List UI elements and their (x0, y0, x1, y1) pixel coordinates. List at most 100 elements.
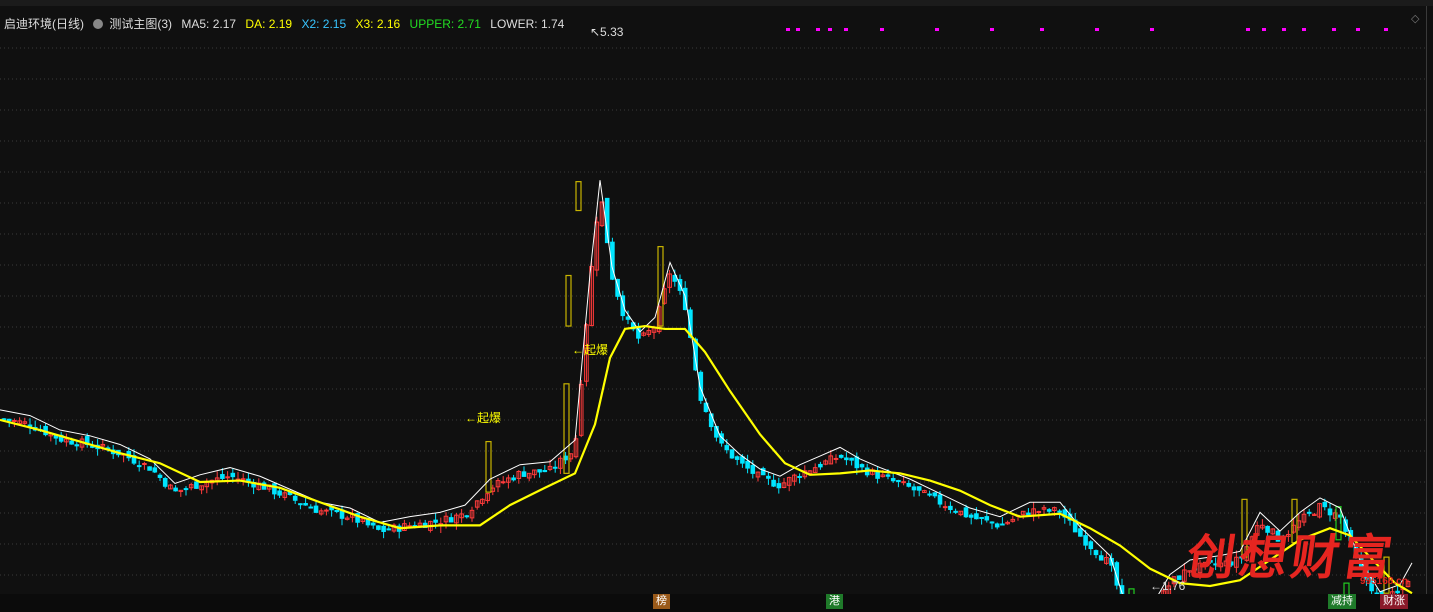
candle-body (1327, 508, 1333, 516)
signal-dot (1040, 28, 1044, 31)
candle-body (277, 490, 282, 496)
chart-area[interactable]: ↖5.33 ←1.76 ←起爆 ←起爆 启迪环境(日线) 测试主图(3) MA5: 2… (0, 6, 1427, 594)
candle-body (542, 470, 548, 473)
candle-body (734, 456, 740, 460)
candle-body (381, 525, 386, 532)
signal-dot (1332, 28, 1336, 31)
signal-box (485, 440, 492, 493)
candle-body (1338, 514, 1343, 518)
legend-x2: X2: 2.15 (301, 17, 347, 31)
signal-dot (844, 28, 848, 31)
candle-body (797, 475, 802, 478)
candle-body (147, 466, 152, 471)
candle-body (157, 474, 163, 478)
signal-box (565, 274, 572, 327)
candle-body (849, 457, 854, 461)
settings-circle-icon[interactable] (93, 19, 104, 29)
candle-body (776, 483, 782, 489)
candle-body (464, 515, 470, 518)
candle-body (942, 506, 948, 509)
candle-body (152, 467, 158, 473)
candle-body (963, 507, 969, 518)
signal-dot (1246, 28, 1250, 31)
candle-body (901, 481, 906, 484)
signal-dot (1095, 28, 1099, 31)
signal-dot (880, 28, 884, 31)
candle-body (1000, 523, 1005, 526)
candle-body (173, 487, 178, 492)
stock-title: 启迪环境(日线) (4, 17, 84, 31)
signal-dot (1262, 28, 1266, 31)
candle-body (376, 525, 381, 530)
candle-body (500, 481, 506, 484)
candle-body (433, 519, 438, 523)
candle-body (818, 463, 823, 468)
candle-body (1098, 555, 1104, 561)
candle-body (932, 492, 938, 497)
candle-body (953, 510, 958, 513)
candle-body (272, 483, 277, 495)
legend-x3: X3: 2.16 (355, 17, 401, 31)
indicator-name[interactable]: 测试主图(3) (109, 17, 172, 31)
event-tag-bang[interactable]: 榜 (653, 594, 670, 609)
candle-body (313, 505, 319, 513)
candle-body (1046, 509, 1052, 512)
candle-body (890, 478, 896, 482)
candle-body (994, 523, 1000, 528)
signal-dot (935, 28, 939, 31)
candle-body (745, 460, 750, 469)
candle-body (6, 418, 12, 422)
candlestick-chart[interactable]: ↖5.33 ←1.76 ←起爆 ←起爆 (0, 6, 1426, 594)
candle-body (885, 474, 891, 477)
signal-dot (1150, 28, 1154, 31)
candle-body (1057, 510, 1062, 513)
candle-body (1322, 501, 1328, 508)
candle-body (386, 528, 392, 531)
signal-dot (1384, 28, 1388, 31)
candle-body (766, 475, 771, 479)
candle-body (948, 505, 953, 510)
candle-body (142, 462, 147, 465)
candle-body (69, 440, 74, 445)
candle-body (729, 449, 735, 459)
candle-body (183, 488, 189, 491)
candle-body (844, 457, 849, 461)
diamond-icon[interactable]: ◇ (1411, 12, 1419, 25)
candle-body (625, 316, 631, 320)
candle-body (303, 502, 308, 506)
legend-upper: UPPER: 2.71 (409, 17, 481, 31)
candle-body (1026, 512, 1031, 516)
event-tag-gang[interactable]: 港 (826, 594, 843, 609)
signal-dot (786, 28, 790, 31)
candle-body (194, 481, 199, 489)
candle-body (230, 472, 236, 478)
candle-body (833, 457, 839, 460)
signal-dot (1356, 28, 1360, 31)
signal-box (575, 181, 582, 212)
candle-body (74, 444, 80, 447)
candle-body (552, 466, 558, 469)
candle-body (1083, 535, 1088, 546)
candle-body (854, 456, 860, 469)
signal-dot (828, 28, 832, 31)
candle-body (984, 516, 990, 521)
candle-body (1306, 511, 1312, 514)
candle-body (448, 517, 454, 523)
candle-body (220, 474, 225, 479)
candle-body (1078, 528, 1083, 537)
candle-body (771, 479, 776, 487)
signal-dot (796, 28, 800, 31)
candle-body (750, 464, 756, 474)
signal-dot (816, 28, 820, 31)
signal-dot (990, 28, 994, 31)
candle-body (334, 509, 340, 513)
legend-da: DA: 2.19 (245, 17, 293, 31)
candle-body (1036, 511, 1042, 514)
legend-lower: LOWER: 1.74 (490, 17, 565, 31)
watermark-logo: 创想财富 995168.cn (1183, 518, 1418, 598)
candle-body (916, 486, 922, 491)
signal-dot (1282, 28, 1286, 31)
candle-body (162, 477, 168, 487)
candle-body (537, 469, 542, 473)
signal-dot (1302, 28, 1306, 31)
